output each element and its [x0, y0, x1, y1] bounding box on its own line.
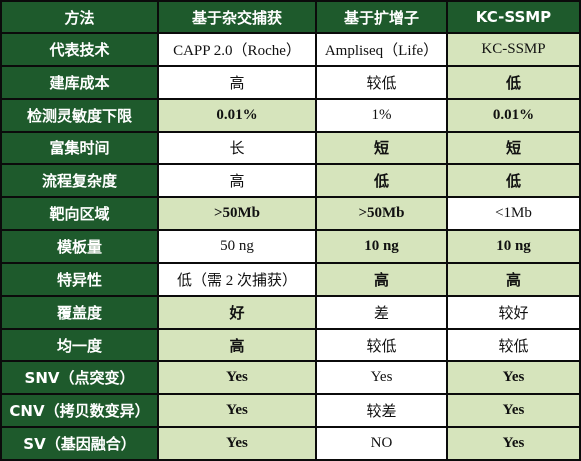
row-label: 检测灵敏度下限 — [0, 97, 159, 133]
header-hybrid-capture: 基于杂交捕获 — [157, 0, 317, 34]
cell-kc-ssmp: Yes — [446, 393, 581, 429]
cell-amplicon: NO — [315, 426, 448, 461]
table-row: 靶向区域 >50Mb >50Mb <1Mb — [0, 196, 581, 232]
cell-amplicon: 较低 — [315, 327, 448, 363]
table-row: SNV（点突变） Yes Yes Yes — [0, 360, 581, 396]
row-label: 建库成本 — [0, 64, 159, 100]
cell-kc-ssmp: 高 — [446, 261, 581, 297]
table-row: 建库成本高较低低 — [0, 64, 581, 100]
cell-kc-ssmp: 10 ng — [446, 229, 581, 264]
cell-hybrid-capture: 高 — [157, 163, 317, 199]
cell-amplicon: 1% — [315, 97, 448, 133]
table-row: 模板量 50 ng 10 ng 10 ng — [0, 229, 581, 264]
cell-kc-ssmp: 较好 — [446, 294, 581, 330]
table-row: 流程复杂度高低低 — [0, 163, 581, 199]
table-row: 富集时间长短短 — [0, 130, 581, 166]
cell-kc-ssmp: KC-SSMP — [446, 32, 581, 67]
header-row: 方法 基于杂交捕获 基于扩增子 KC-SSMP — [0, 0, 581, 34]
cell-hybrid-capture: 长 — [157, 130, 317, 166]
cell-kc-ssmp: 短 — [446, 130, 581, 166]
cell-hybrid-capture: 50 ng — [157, 229, 317, 264]
header-amplicon: 基于扩增子 — [315, 0, 448, 34]
cell-amplicon: 较差 — [315, 393, 448, 429]
row-label: SV（基因融合） — [0, 426, 159, 461]
row-label: 均一度 — [0, 327, 159, 363]
cell-kc-ssmp: 低 — [446, 163, 581, 199]
cell-hybrid-capture: 好 — [157, 294, 317, 330]
table-row: SV（基因融合） Yes NO Yes — [0, 426, 581, 461]
row-label: 覆盖度 — [0, 294, 159, 330]
cell-kc-ssmp: <1Mb — [446, 196, 581, 232]
cell-amplicon: 较低 — [315, 64, 448, 100]
header-kc-ssmp: KC-SSMP — [446, 0, 581, 34]
cell-kc-ssmp: 较低 — [446, 327, 581, 363]
table-body: 代表技术 CAPP 2.0（Roche） Ampliseq（Life） KC-SSMP… — [0, 32, 581, 461]
cell-amplicon: 10 ng — [315, 229, 448, 264]
cell-amplicon: 低 — [315, 163, 448, 199]
cell-hybrid-capture: >50Mb — [157, 196, 317, 232]
row-label: 代表技术 — [0, 32, 159, 67]
row-label: 特异性 — [0, 261, 159, 297]
header-method: 方法 — [0, 0, 159, 34]
cell-amplicon: Yes — [315, 360, 448, 396]
table-row: 特异性 低（需 2 次捕获）高高 — [0, 261, 581, 297]
cell-kc-ssmp: 低 — [446, 64, 581, 100]
cell-hybrid-capture: CAPP 2.0（Roche） — [157, 32, 317, 67]
cell-amplicon: 差 — [315, 294, 448, 330]
row-label: CNV（拷贝数变异） — [0, 393, 159, 429]
table-row: 覆盖度好差较好 — [0, 294, 581, 330]
cell-hybrid-capture: Yes — [157, 426, 317, 461]
cell-hybrid-capture: Yes — [157, 393, 317, 429]
cell-hybrid-capture: Yes — [157, 360, 317, 396]
table-row: CNV（拷贝数变异） Yes 较差 Yes — [0, 393, 581, 429]
row-label: 模板量 — [0, 229, 159, 264]
row-label: 流程复杂度 — [0, 163, 159, 199]
cell-hybrid-capture: 高 — [157, 327, 317, 363]
cell-amplicon: 短 — [315, 130, 448, 166]
table-row: 均一度高较低 较低 — [0, 327, 581, 363]
row-label: SNV（点突变） — [0, 360, 159, 396]
cell-amplicon: >50Mb — [315, 196, 448, 232]
comparison-table: 方法 基于杂交捕获 基于扩增子 KC-SSMP 代表技术 CAPP 2.0（Roc… — [0, 0, 581, 461]
cell-hybrid-capture: 高 — [157, 64, 317, 100]
table-row: 检测灵敏度下限 0.01% 1% 0.01% — [0, 97, 581, 133]
cell-amplicon: 高 — [315, 261, 448, 297]
cell-amplicon: Ampliseq（Life） — [315, 32, 448, 67]
cell-hybrid-capture: 0.01% — [157, 97, 317, 133]
cell-hybrid-capture: 低（需 2 次捕获） — [157, 261, 317, 297]
cell-kc-ssmp: Yes — [446, 426, 581, 461]
cell-kc-ssmp: 0.01% — [446, 97, 581, 133]
table-row: 代表技术 CAPP 2.0（Roche） Ampliseq（Life） KC-SSMP — [0, 32, 581, 67]
cell-kc-ssmp: Yes — [446, 360, 581, 396]
row-label: 靶向区域 — [0, 196, 159, 232]
row-label: 富集时间 — [0, 130, 159, 166]
